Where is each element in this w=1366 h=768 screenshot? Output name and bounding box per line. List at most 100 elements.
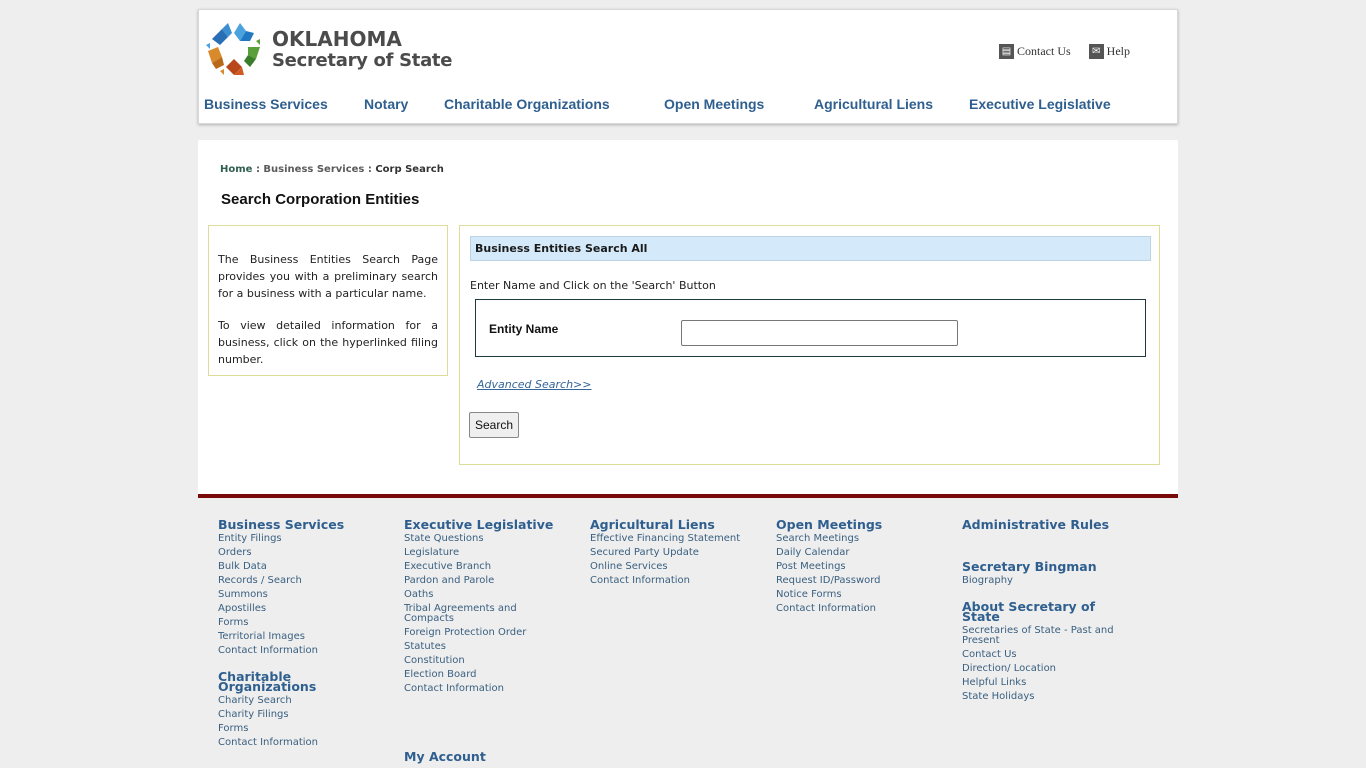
footer-heading-line: Open Meetings: [776, 517, 883, 532]
footer-link-post-meetings[interactable]: Post Meetings: [776, 562, 946, 572]
site-footer: Business Services Entity Filings Orders Bul…: [198, 498, 1178, 768]
info-paragraph-2: To view detailed information for a busin…: [218, 319, 438, 366]
footer-group: Business Services Entity Filings Orders Bul…: [218, 518, 388, 656]
footer-link-election-board[interactable]: Election Board: [404, 670, 574, 680]
page-title: Search Corporation Entities: [221, 191, 420, 208]
site-logo[interactable]: OKLAHOMA Secretary of State: [204, 18, 454, 80]
help-label: Help: [1106, 44, 1130, 58]
footer-heading-administrative-rules[interactable]: Administrative Rules: [962, 517, 1132, 532]
logo-line-1: OKLAHOMA: [272, 26, 402, 51]
footer-link-state-holidays[interactable]: State Holidays: [962, 692, 1132, 702]
footer-heading-line: Secretary Bingman: [962, 559, 1097, 574]
footer-link-contact-information[interactable]: Contact Information: [404, 684, 574, 694]
footer-group: Secretary Bingman Biography: [962, 560, 1132, 586]
footer-heading-agricultural-liens[interactable]: Agricultural Liens: [590, 517, 760, 532]
footer-link-charity-filings[interactable]: Charity Filings: [218, 710, 388, 720]
footer-link-charity-search[interactable]: Charity Search: [218, 696, 388, 706]
footer-link-executive-branch[interactable]: Executive Branch: [404, 562, 574, 572]
footer-heading-line: Organizations: [218, 679, 317, 694]
footer-heading-executive-legislative[interactable]: Executive Legislative: [404, 518, 574, 531]
footer-heading-about-secretary-of-state[interactable]: About Secretary of State: [962, 600, 1132, 623]
breadcrumb-current: Corp Search: [375, 164, 444, 175]
footer-group: Open Meetings Search Meetings Daily Calend…: [776, 518, 946, 614]
footer-link-state-questions[interactable]: State Questions: [404, 534, 574, 544]
footer-link-request-id-password[interactable]: Request ID/Password: [776, 576, 946, 586]
footer-link-helpful-links[interactable]: Helpful Links: [962, 678, 1132, 688]
footer-link-forms[interactable]: Forms: [218, 724, 388, 734]
info-box: The Business Entities Search Page provid…: [208, 225, 448, 376]
footer-link-oaths[interactable]: Oaths: [404, 590, 574, 600]
site-header: OKLAHOMA Secretary of State ▤ Contact Us…: [198, 9, 1178, 124]
footer-group: My Account: [404, 749, 574, 764]
footer-heading-charitable-organizations[interactable]: Charitable Organizations: [218, 670, 388, 694]
footer-column: Administrative Rules Secretary Bingman Bio…: [962, 518, 1132, 716]
nav-charitable-organizations[interactable]: Charitable Organizations: [444, 96, 610, 112]
footer-link-contact-us[interactable]: Contact Us: [962, 650, 1132, 660]
footer-link-contact-information[interactable]: Contact Information: [218, 646, 388, 656]
footer-link-online-services[interactable]: Online Services: [590, 562, 760, 572]
footer-link-territorial-images[interactable]: Territorial Images: [218, 632, 388, 642]
footer-link-secretaries-of-state-past-and-present[interactable]: Secretaries of State - Past and Present: [962, 626, 1132, 646]
breadcrumb-separator: :: [367, 164, 372, 175]
footer-group: Agricultural Liens Effective Financing St…: [590, 518, 760, 586]
footer-group: Administrative Rules: [962, 517, 1132, 532]
footer-link-notice-forms[interactable]: Notice Forms: [776, 590, 946, 600]
footer-link-secured-party-update[interactable]: Secured Party Update: [590, 548, 760, 558]
footer-heading-my-account[interactable]: My Account: [404, 749, 574, 764]
nav-open-meetings[interactable]: Open Meetings: [664, 96, 764, 112]
footer-heading-line: Administrative Rules: [962, 517, 1110, 532]
footer-link-constitution[interactable]: Constitution: [404, 656, 574, 666]
footer-link-tribal-agreements-and-compacts[interactable]: Tribal Agreements and Compacts: [404, 604, 574, 624]
footer-link-entity-filings[interactable]: Entity Filings: [218, 534, 388, 544]
footer-link-search-meetings[interactable]: Search Meetings: [776, 534, 946, 544]
footer-link-summons[interactable]: Summons: [218, 590, 388, 600]
footer-heading-line: Agricultural Liens: [590, 517, 715, 532]
nav-agricultural-liens[interactable]: Agricultural Liens: [814, 96, 933, 112]
envelope-icon: ✉: [1088, 44, 1104, 59]
entity-name-label: Entity Name: [489, 322, 559, 336]
footer-group: Charitable Organizations Charity Search Cha…: [218, 670, 388, 748]
search-button[interactable]: Search: [469, 412, 519, 438]
contact-us-link[interactable]: ▤ Contact Us: [999, 44, 1071, 59]
footer-link-orders[interactable]: Orders: [218, 548, 388, 558]
footer-link-biography[interactable]: Biography: [962, 576, 1132, 586]
footer-link-contact-information[interactable]: Contact Information: [590, 576, 760, 586]
entity-name-input[interactable]: [681, 320, 958, 346]
footer-heading-line: My Account: [404, 749, 486, 764]
info-paragraph-1: The Business Entities Search Page provid…: [218, 253, 438, 300]
footer-link-foreign-protection-order[interactable]: Foreign Protection Order: [404, 628, 574, 638]
breadcrumb-separator: :: [255, 164, 260, 175]
footer-link-contact-information[interactable]: Contact Information: [776, 604, 946, 614]
footer-link-legislature[interactable]: Legislature: [404, 548, 574, 558]
footer-heading-secretary-bingman[interactable]: Secretary Bingman: [962, 559, 1132, 574]
footer-link-apostilles[interactable]: Apostilles: [218, 604, 388, 614]
nav-notary[interactable]: Notary: [364, 96, 408, 112]
breadcrumb-home[interactable]: Home: [220, 164, 252, 175]
footer-heading-open-meetings[interactable]: Open Meetings: [776, 517, 946, 532]
footer-link-forms[interactable]: Forms: [218, 618, 388, 628]
help-link[interactable]: ✉ Help: [1088, 44, 1130, 59]
contact-us-label: Contact Us: [1017, 44, 1071, 58]
footer-link-bulk-data[interactable]: Bulk Data: [218, 562, 388, 572]
footer-column: Executive Legislative State Questions Legi…: [404, 518, 574, 768]
search-panel: Business Entities Search All Enter Name …: [459, 225, 1160, 465]
nav-executive-legislative[interactable]: Executive Legislative: [969, 96, 1111, 112]
footer-link-pardon-and-parole[interactable]: Pardon and Parole: [404, 576, 574, 586]
logo-line-2: Secretary of State: [272, 49, 453, 71]
footer-link-daily-calendar[interactable]: Daily Calendar: [776, 548, 946, 558]
footer-link-records-search[interactable]: Records / Search: [218, 576, 388, 586]
breadcrumb: Home : Business Services : Corp Search: [220, 164, 444, 175]
footer-link-direction-location[interactable]: Direction/ Location: [962, 664, 1132, 674]
footer-link-statutes[interactable]: Statutes: [404, 642, 574, 652]
footer-heading-business-services[interactable]: Business Services: [218, 517, 388, 532]
footer-group: Executive Legislative State Questions Legi…: [404, 518, 574, 694]
footer-heading-line: Business Services: [218, 517, 345, 532]
nav-business-services[interactable]: Business Services: [204, 96, 328, 112]
footer-link-effective-financing-statement[interactable]: Effective Financing Statement: [590, 534, 760, 544]
entity-name-fieldset: Entity Name: [475, 299, 1146, 357]
advanced-search-link[interactable]: Advanced Search>>: [477, 378, 592, 391]
logo-text: OKLAHOMA Secretary of State: [272, 29, 452, 70]
footer-link-contact-information[interactable]: Contact Information: [218, 738, 388, 748]
breadcrumb-business-services[interactable]: Business Services: [263, 164, 364, 175]
search-panel-header: Business Entities Search All: [470, 236, 1151, 261]
